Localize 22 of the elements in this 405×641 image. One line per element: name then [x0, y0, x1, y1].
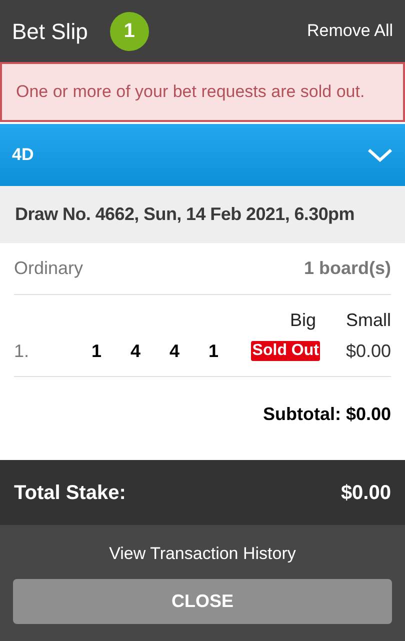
count-badge: 1 [110, 12, 149, 50]
alert-message: One or more of your bet requests are sold out. [16, 81, 365, 104]
transaction-history-link[interactable]: View Transaction History [109, 541, 296, 566]
subtotal-text: Subtotal: $0.00 [262, 402, 391, 426]
digit-text: 1 [207, 340, 220, 362]
digit-text: 4 [129, 340, 142, 362]
row-number: 1. [14, 340, 30, 362]
amount-text: $0.00 [346, 340, 391, 362]
boards-count: 1 board(s) [304, 257, 391, 280]
column-header: Small [346, 308, 391, 332]
total-stake-value: $0.00 [340, 480, 391, 506]
title-text: Bet Slip [12, 18, 88, 46]
bet-type-text: Ordinary [14, 257, 84, 280]
sold-out-badge: Sold Out [251, 341, 320, 361]
digit-text: 1 [90, 340, 102, 362]
digit-text: 4 [168, 340, 180, 362]
section-title: 4D [12, 144, 34, 166]
total-stake-label: Total Stake: [14, 480, 126, 506]
draw-info-text: Draw No. 4662, Sun, 14 Feb 2021, 6.30pm [15, 203, 354, 226]
chevron-down-icon [367, 147, 393, 163]
column-header: Big [290, 308, 316, 332]
remove-all-link[interactable]: Remove All [307, 18, 393, 44]
